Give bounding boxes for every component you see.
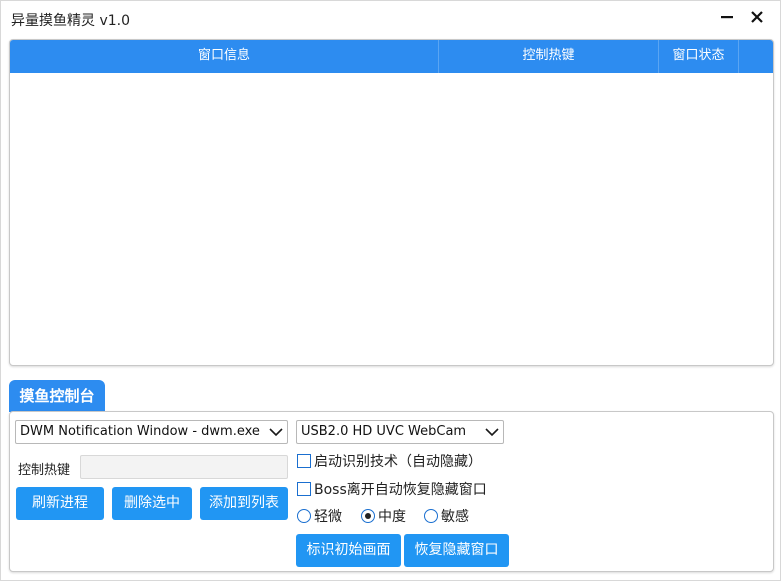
hotkey-label: 控制热键 — [18, 463, 71, 478]
camera-select[interactable]: USB2.0 HD UVC WebCam — [296, 420, 504, 444]
column-header-filler — [739, 40, 773, 73]
checkbox-box[interactable] — [297, 454, 311, 468]
boss-leave-restore-checkbox[interactable]: Boss离开自动恢复隐藏窗口 — [297, 479, 487, 499]
refresh-process-button[interactable]: 刷新进程 — [16, 487, 104, 520]
sensitivity-radio-medium[interactable]: 中度 — [361, 506, 406, 526]
add-to-list-button[interactable]: 添加到列表 — [200, 487, 288, 520]
column-header-window-info[interactable]: 窗口信息 — [10, 40, 439, 73]
close-button[interactable] — [745, 5, 769, 29]
sensitivity-sensitive-label: 敏感 — [441, 509, 469, 525]
minimize-icon — [721, 16, 733, 19]
radio-button[interactable] — [424, 509, 438, 523]
window-list-table: 窗口信息 控制热键 窗口状态 — [9, 39, 774, 366]
table-body[interactable] — [10, 73, 773, 365]
sensitivity-light-label: 轻微 — [314, 509, 342, 525]
window-title: 异量摸鱼精灵 v1.0 — [11, 13, 130, 29]
radio-button[interactable] — [297, 509, 311, 523]
column-header-window-status[interactable]: 窗口状态 — [659, 40, 739, 73]
table-header: 窗口信息 控制热键 窗口状态 — [10, 40, 773, 73]
mark-initial-frame-button[interactable]: 标识初始画面 — [296, 534, 401, 567]
sensitivity-medium-label: 中度 — [378, 509, 406, 525]
radio-button-selected[interactable] — [361, 509, 375, 523]
hotkey-input[interactable] — [80, 455, 288, 479]
column-header-hotkey[interactable]: 控制热键 — [439, 40, 659, 73]
minimize-button[interactable] — [715, 5, 739, 29]
restore-hidden-windows-button[interactable]: 恢复隐藏窗口 — [404, 534, 509, 567]
app-window: 异量摸鱼精灵 v1.0 窗口信息 控制热键 窗口状态 摸鱼控制台 DWM Not… — [0, 0, 781, 581]
sensitivity-radio-sensitive[interactable]: 敏感 — [424, 506, 469, 526]
auto-detect-label: 启动识别技术（自动隐藏） — [314, 454, 482, 470]
camera-select-value: USB2.0 HD UVC WebCam — [301, 424, 467, 439]
window-process-select-value: DWM Notification Window - dwm.exe — [20, 424, 260, 439]
checkbox-box[interactable] — [297, 482, 311, 496]
window-process-select[interactable]: DWM Notification Window - dwm.exe — [15, 420, 288, 444]
chevron-down-icon — [269, 428, 283, 437]
auto-detect-checkbox[interactable]: 启动识别技术（自动隐藏） — [297, 451, 482, 471]
delete-selected-button[interactable]: 删除选中 — [112, 487, 192, 520]
close-icon — [751, 11, 763, 23]
title-bar: 异量摸鱼精灵 v1.0 — [1, 1, 781, 37]
sensitivity-radio-light[interactable]: 轻微 — [297, 506, 342, 526]
chevron-down-icon — [485, 428, 499, 437]
tab-console[interactable]: 摸鱼控制台 — [9, 380, 105, 412]
boss-leave-restore-label: Boss离开自动恢复隐藏窗口 — [314, 482, 487, 498]
